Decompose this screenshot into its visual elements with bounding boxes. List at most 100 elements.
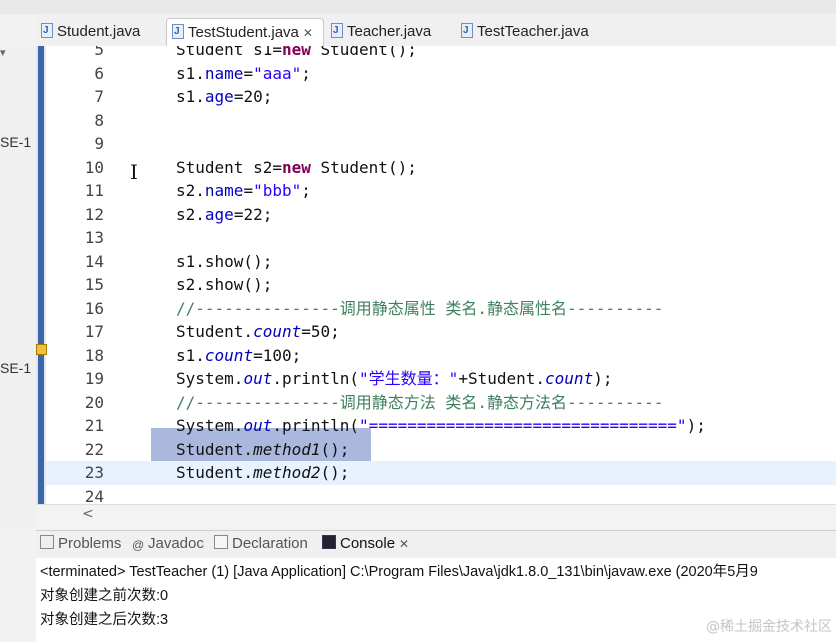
code-token: out [243, 416, 273, 435]
tab-javadoc[interactable]: @ Javadoc [132, 535, 204, 552]
close-icon[interactable]: ✕ [399, 537, 409, 551]
console-line: 对象创建之前次数:0 [40, 588, 169, 604]
code-token: s2. [176, 204, 205, 224]
code-token: = [243, 63, 254, 83]
line-number: 16 [84, 298, 104, 318]
line-number: 19 [84, 369, 104, 388]
line-number: 7 [94, 87, 104, 106]
code-token: ; [301, 63, 311, 83]
line-number: 23 [84, 463, 104, 482]
code-token: s1. [176, 87, 205, 106]
code-text: //---------------调用静态方法 类名.静态方法名--------… [176, 391, 663, 415]
line-number: 8 [94, 110, 104, 130]
toolbar [0, 0, 836, 14]
code-token: count [204, 345, 254, 365]
code-token: age [204, 204, 234, 224]
tab-declaration[interactable]: Declaration [214, 535, 308, 552]
code-token: =100; [253, 345, 302, 365]
code-token: s2.show(); [176, 275, 273, 294]
tab-console[interactable]: Console ✕ [322, 535, 409, 552]
code-line[interactable]: 7 s1.age=20; [46, 85, 836, 109]
code-token: Student. [176, 463, 254, 482]
code-line[interactable]: 18 s1.count=100; [46, 344, 836, 368]
code-token: //---------------调用静态属性 类名.静态属性名--------… [176, 298, 664, 318]
code-text: s2.age=22; [176, 203, 272, 227]
code-token: =22; [233, 204, 273, 224]
code-token: method2 [253, 463, 321, 482]
code-editor[interactable]: 5 Student s1=new Student(); 6 s1.name="aaa"… [36, 46, 836, 504]
code-token: =50; [301, 322, 340, 341]
code-line[interactable]: 24 [46, 485, 836, 505]
code-token: out [243, 369, 273, 388]
code-text: s2.name="bbb"; [176, 179, 311, 203]
code-token: Student. [176, 322, 254, 341]
code-token: Student(); [310, 157, 417, 177]
code-line[interactable]: 21 System.out.println("==================… [46, 414, 836, 438]
console-line: 对象创建之后次数:3 [40, 612, 169, 628]
code-line[interactable]: 10 Student s2=new Student(); [46, 156, 836, 180]
line-number: 13 [84, 228, 104, 247]
code-token: .println( [272, 416, 360, 435]
code-token: name [204, 63, 244, 83]
code-text: System.out.println("学生数量："+Student.count… [176, 367, 612, 391]
code-token: .println( [272, 369, 360, 388]
code-text: s1.age=20; [176, 85, 272, 109]
code-line[interactable]: 11 s2.name="bbb"; [46, 179, 836, 203]
code-line[interactable]: 5 Student s1=new Student(); [46, 46, 836, 62]
tab-student-java[interactable]: Student.java [36, 17, 164, 46]
code-text: //---------------调用静态属性 类名.静态属性名--------… [176, 297, 663, 321]
horizontal-scrollbar[interactable]: < [36, 504, 836, 527]
watermark: @稀土掘金技术社区 [706, 619, 832, 635]
java-file-icon [461, 17, 473, 45]
code-line[interactable]: 15 s2.show(); [46, 273, 836, 297]
line-number: 18 [84, 345, 104, 365]
code-token: new [281, 46, 311, 59]
code-token: +Student. [458, 369, 546, 388]
tab-problems[interactable]: Problems [40, 535, 121, 552]
code-line[interactable]: 12 s2.age=22; [46, 203, 836, 227]
tab-label: TestTeacher.java [477, 23, 589, 40]
java-file-icon [331, 17, 343, 45]
javadoc-icon: @ [132, 538, 145, 552]
left-pane-label: SE-1 [0, 360, 32, 376]
code-line[interactable]: 13 [46, 226, 836, 250]
line-number: 22 [84, 439, 104, 459]
code-text: System.out.println("====================… [176, 414, 706, 438]
problems-icon [40, 535, 54, 549]
code-line[interactable]: 19 System.out.println("学生数量："+Student.cou… [46, 367, 836, 391]
code-token: = [243, 181, 254, 200]
code-token: System. [176, 416, 244, 435]
line-number: 15 [84, 275, 104, 294]
console-header: <terminated> TestTeacher (1) [Java Appli… [40, 564, 758, 580]
editor-tab-bar: Student.java TestStudent.java ✕ Teacher.j… [36, 14, 836, 47]
code-line[interactable]: 14 s1.show(); [46, 250, 836, 274]
scroll-left-icon[interactable]: < [82, 506, 94, 522]
tab-label: Problems [58, 535, 122, 552]
code-line[interactable]: 23 Student.method2(); [46, 461, 836, 485]
code-token: "学生数量：" [359, 369, 459, 388]
code-line[interactable]: 20 //---------------调用静态方法 类名.静态方法名------… [46, 391, 836, 415]
code-text: s1.name="aaa"; [176, 62, 311, 86]
code-line[interactable]: 9 [46, 132, 836, 156]
chevron-down-icon[interactable]: ▾ [0, 46, 6, 59]
line-number: 14 [84, 251, 104, 271]
code-token: Student. [176, 439, 254, 459]
code-token: s1. [176, 63, 205, 83]
code-line[interactable]: 22 Student.method1(); [46, 438, 836, 462]
tab-teacher-java[interactable]: Teacher.java [326, 17, 446, 46]
code-line[interactable]: 8 [46, 109, 836, 133]
close-icon[interactable]: ✕ [303, 26, 313, 40]
bottom-panel-tabs: Problems @ Javadoc Declaration Console ✕ [36, 530, 836, 559]
code-line[interactable]: 16 //---------------调用静态属性 类名.静态属性名------… [46, 297, 836, 321]
line-number: 20 [84, 392, 104, 412]
code-text: s1.show(); [176, 250, 272, 274]
console-icon [322, 535, 336, 549]
tab-teststudent-java[interactable]: TestStudent.java ✕ [166, 18, 324, 47]
code-token: ); [686, 416, 706, 435]
line-number: 11 [84, 181, 104, 200]
tab-testteacher-java[interactable]: TestTeacher.java [456, 17, 606, 46]
code-line[interactable]: 17 Student.count=50; [46, 320, 836, 344]
code-line[interactable]: 6 s1.name="aaa"; [46, 62, 836, 86]
code-token: new [281, 157, 311, 177]
code-token: s1. [176, 345, 205, 365]
